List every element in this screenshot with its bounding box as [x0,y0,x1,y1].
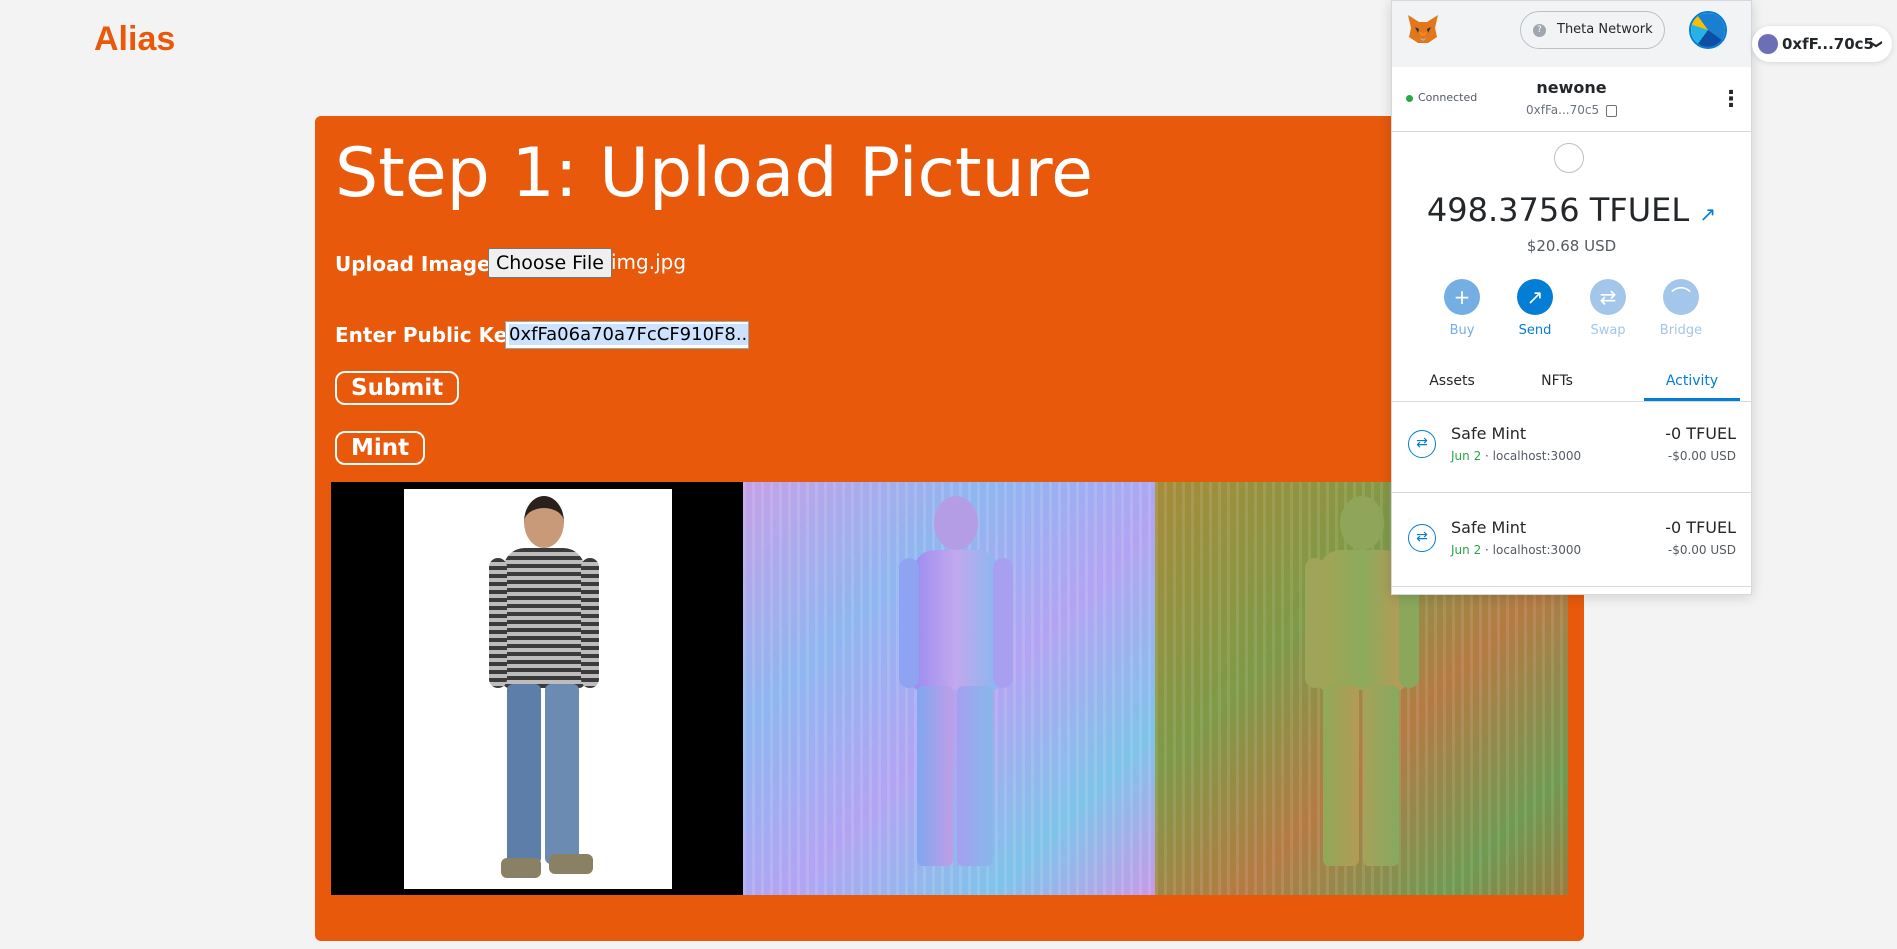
normal-map-figure [889,496,1019,886]
upload-image-label: Upload Image: [335,252,499,276]
activity-item[interactable]: ⇄ Safe Mint Jun 2 · localhost:3000 -0 TF… [1392,496,1751,587]
tx-subtitle: Jun 2 · localhost:3000 [1451,543,1582,557]
buy-icon: + [1444,279,1480,315]
tx-fiat: -$0.00 USD [1667,543,1736,557]
activity-item[interactable]: ⇄ Safe Mint Jun 2 · localhost:3000 -0 TF… [1392,402,1751,493]
tx-title: Safe Mint [1451,518,1527,537]
account-address[interactable]: 0xfFa...70c5 [1392,103,1751,117]
tab-nfts[interactable]: NFTs [1522,373,1592,389]
bridge-icon: ⌒ [1663,279,1699,315]
account-avatar[interactable] [1689,11,1727,49]
metamask-fox-icon[interactable] [1406,13,1440,45]
account-identicon [1758,34,1778,54]
image-results [331,482,1568,895]
tx-subtitle: Jun 2 · localhost:3000 [1451,449,1582,463]
connected-account-button[interactable]: 0xfF...70c5 ❯ [1752,26,1892,62]
network-icon: ? [1533,24,1546,37]
choose-file-button[interactable]: Choose File [488,248,612,278]
send-icon: ↗ [1517,279,1553,315]
app-logo[interactable]: Alias [94,20,175,59]
account-options-icon[interactable]: ⋮ [1720,87,1742,112]
transaction-swap-icon: ⇄ [1408,524,1436,552]
balance-fiat: $20.68 USD [1526,237,1617,255]
mint-button[interactable]: Mint [335,431,426,465]
metamask-popup: ? Theta Network Connected newone 0xfFa..… [1391,0,1752,595]
selected-file-name: img.jpg [611,250,687,274]
send-button[interactable]: ↗ Send [1505,279,1565,338]
bridge-button[interactable]: ⌒ Bridge [1651,279,1711,338]
swap-button[interactable]: ⇄ Swap [1578,279,1638,338]
submit-button[interactable]: Submit [335,371,460,405]
account-bar: Connected newone 0xfFa...70c5 ⋮ [1392,67,1751,132]
transaction-swap-icon: ⇄ [1408,430,1436,458]
public-key-value: 0xfFa06a70a7FcCF910F8... [509,324,748,345]
metamask-header: ? Theta Network [1392,1,1751,67]
person-figure [477,496,607,886]
original-image [331,482,743,895]
normal-map-front [743,482,1155,895]
network-selector[interactable]: ? Theta Network [1520,11,1665,49]
chevron-down-icon: ❯ [1869,38,1884,50]
token-icon [1554,143,1584,173]
tx-amount: -0 TFUEL [1665,518,1736,537]
tab-activity[interactable]: Activity [1644,373,1740,389]
account-name: newone [1536,78,1607,97]
wallet-tabs: Assets NFTs Activity [1392,367,1751,402]
buy-button[interactable]: + Buy [1432,279,1492,338]
public-key-input[interactable]: 0xfFa06a70a7FcCF910F8... [505,321,749,349]
network-name: Theta Network [1557,22,1653,37]
swap-icon: ⇄ [1590,279,1626,315]
tx-fiat: -$0.00 USD [1667,449,1736,463]
step-title: Step 1: Upload Picture [335,134,1093,213]
portfolio-chart-icon[interactable]: ↗ [1699,202,1716,226]
copy-icon[interactable] [1605,104,1617,117]
tab-assets[interactable]: Assets [1412,373,1492,389]
public-key-label: Enter Public Key: [335,323,529,347]
tx-amount: -0 TFUEL [1665,424,1736,443]
tx-title: Safe Mint [1451,424,1527,443]
active-tab-indicator [1644,398,1740,401]
balance-amount: 498.3756 TFUEL ↗ [1426,191,1717,229]
